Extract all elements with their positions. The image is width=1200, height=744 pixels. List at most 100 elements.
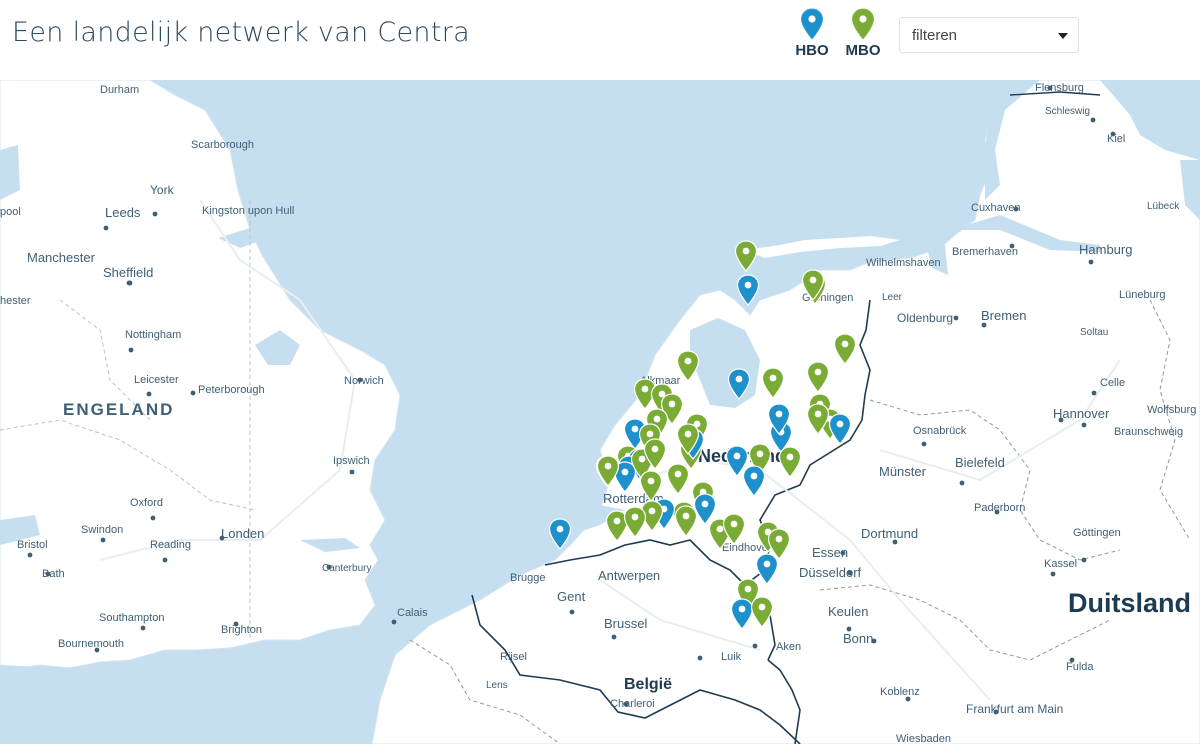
city-label[interactable]: Osnabrück — [913, 425, 967, 437]
city-label[interactable]: Hannover — [1053, 406, 1110, 421]
city-dot — [103, 225, 109, 231]
city-label[interactable]: Wolfsburg — [1147, 404, 1196, 416]
city-label[interactable]: Antwerpen — [598, 568, 660, 583]
city-dot — [1081, 422, 1087, 428]
city-dot — [569, 609, 575, 615]
city-label[interactable]: Bath — [42, 568, 65, 580]
city-label[interactable]: Kiel — [1107, 133, 1125, 145]
city-label[interactable]: Calais — [397, 607, 428, 619]
city-label[interactable]: Schleswig — [1045, 106, 1090, 117]
map-svg[interactable]: Durham Scarborough York Leeds Kingston u… — [0, 80, 1200, 744]
city-label[interactable]: Bremerhaven — [952, 246, 1018, 258]
city-label[interactable]: Ipswich — [333, 455, 370, 467]
city-label[interactable]: Fulda — [1066, 661, 1094, 673]
city-label[interactable]: Reading — [150, 539, 191, 551]
city-label[interactable]: Leer — [882, 292, 903, 303]
city-label[interactable]: Gent — [557, 589, 586, 604]
city-label[interactable]: Wiesbaden — [896, 733, 951, 744]
city-label[interactable]: Leeds — [105, 205, 141, 220]
city-dot — [981, 322, 987, 328]
city-label[interactable]: Charleroi — [610, 698, 655, 710]
city-label[interactable]: Leicester — [134, 374, 179, 386]
city-dot — [162, 557, 168, 563]
city-dot — [128, 347, 134, 353]
legend-hbo[interactable]: HBO — [790, 8, 834, 59]
city-dot — [953, 315, 959, 321]
city-dot — [959, 480, 965, 486]
city-label[interactable]: Manchester — [27, 250, 96, 265]
city-label[interactable]: Southampton — [99, 612, 164, 624]
city-label[interactable]: Scarborough — [191, 139, 254, 151]
city-dot — [190, 390, 196, 396]
city-dot — [126, 280, 132, 286]
city-label[interactable]: Oldenburg — [897, 311, 953, 325]
city-label[interactable]: Norwich — [344, 375, 384, 387]
city-label[interactable]: Münster — [879, 464, 927, 479]
hbo-marker[interactable] — [548, 518, 572, 550]
city-label[interactable]: Canterbury — [322, 563, 371, 574]
city-label[interactable]: Sheffield — [103, 265, 153, 280]
city-label[interactable]: pool — [0, 206, 21, 218]
city-label[interactable]: Oxford — [130, 497, 163, 509]
city-dot — [140, 625, 146, 631]
city-label[interactable]: Durham — [100, 84, 139, 96]
city-label[interactable]: Celle — [1100, 377, 1125, 389]
legend-mbo[interactable]: MBO — [841, 8, 885, 59]
filter-select[interactable]: filteren — [899, 17, 1079, 53]
legend-label-hbo: HBO — [795, 42, 829, 59]
city-dot — [1050, 571, 1056, 577]
city-label[interactable]: Luik — [721, 651, 742, 663]
city-label[interactable]: Bristol — [17, 539, 48, 551]
city-label[interactable]: Düsseldorf — [799, 565, 862, 580]
city-dot — [1088, 259, 1094, 265]
city-label[interactable]: Bielefeld — [955, 455, 1005, 470]
legend-label-mbo: MBO — [845, 42, 881, 59]
city-label[interactable]: Keulen — [828, 604, 868, 619]
city-label[interactable]: Essen — [812, 545, 848, 560]
city-label[interactable]: Wilhelmshaven — [866, 257, 941, 269]
city-label[interactable]: Bonn — [843, 631, 873, 646]
city-label[interactable]: Frankfurt am Main — [966, 702, 1063, 716]
country-label-uk: ENGELAND — [63, 400, 174, 419]
city-label[interactable]: Lüneburg — [1119, 289, 1166, 301]
city-label[interactable]: Brussel — [604, 616, 647, 631]
city-label[interactable]: Koblenz — [880, 686, 920, 698]
city-dot — [611, 634, 617, 640]
city-label[interactable]: Rijsel — [500, 651, 527, 663]
city-label[interactable]: Bremen — [981, 308, 1027, 323]
page-header: Een landelijk netwerk van Centra HBO MBO… — [0, 0, 1200, 80]
city-dot — [100, 537, 106, 543]
city-label[interactable]: Flensburg — [1035, 82, 1084, 94]
city-label[interactable]: Cuxhaven — [971, 202, 1021, 214]
city-label[interactable]: hester — [0, 295, 31, 307]
caret-down-icon — [1058, 33, 1068, 39]
city-label[interactable]: Soltau — [1080, 327, 1108, 338]
mbo-marker[interactable] — [734, 240, 758, 272]
water-south-coast — [0, 664, 372, 744]
city-label[interactable]: Paderborn — [974, 502, 1025, 514]
map-canvas[interactable]: Durham Scarborough York Leeds Kingston u… — [0, 80, 1200, 744]
map-pin-icon — [800, 8, 824, 40]
city-label[interactable]: Kassel — [1044, 558, 1077, 570]
city-label[interactable]: Kingston upon Hull — [202, 205, 294, 217]
city-label[interactable]: Braunschweig — [1114, 426, 1183, 438]
hbo-marker[interactable] — [736, 274, 760, 306]
city-label[interactable]: Lübeck — [1147, 201, 1180, 212]
city-label[interactable]: Londen — [221, 526, 264, 541]
city-label[interactable]: Nottingham — [125, 329, 181, 341]
city-label[interactable]: Lens — [486, 680, 508, 691]
city-label[interactable]: Peterborough — [198, 384, 265, 396]
city-dot — [697, 655, 703, 661]
city-label[interactable]: Brighton — [221, 624, 262, 636]
country-label-de: Duitsland — [1068, 588, 1191, 618]
city-label[interactable]: Bournemouth — [58, 638, 124, 650]
city-label[interactable]: Dortmund — [861, 526, 918, 541]
city-label[interactable]: Göttingen — [1073, 527, 1121, 539]
city-label[interactable]: Swindon — [81, 524, 123, 536]
city-label[interactable]: Aken — [776, 641, 801, 653]
city-label[interactable]: Hamburg — [1079, 242, 1132, 257]
city-label[interactable]: York — [150, 183, 175, 197]
city-dot — [752, 643, 758, 649]
city-dot — [1081, 557, 1087, 563]
city-label[interactable]: Brugge — [510, 572, 545, 584]
